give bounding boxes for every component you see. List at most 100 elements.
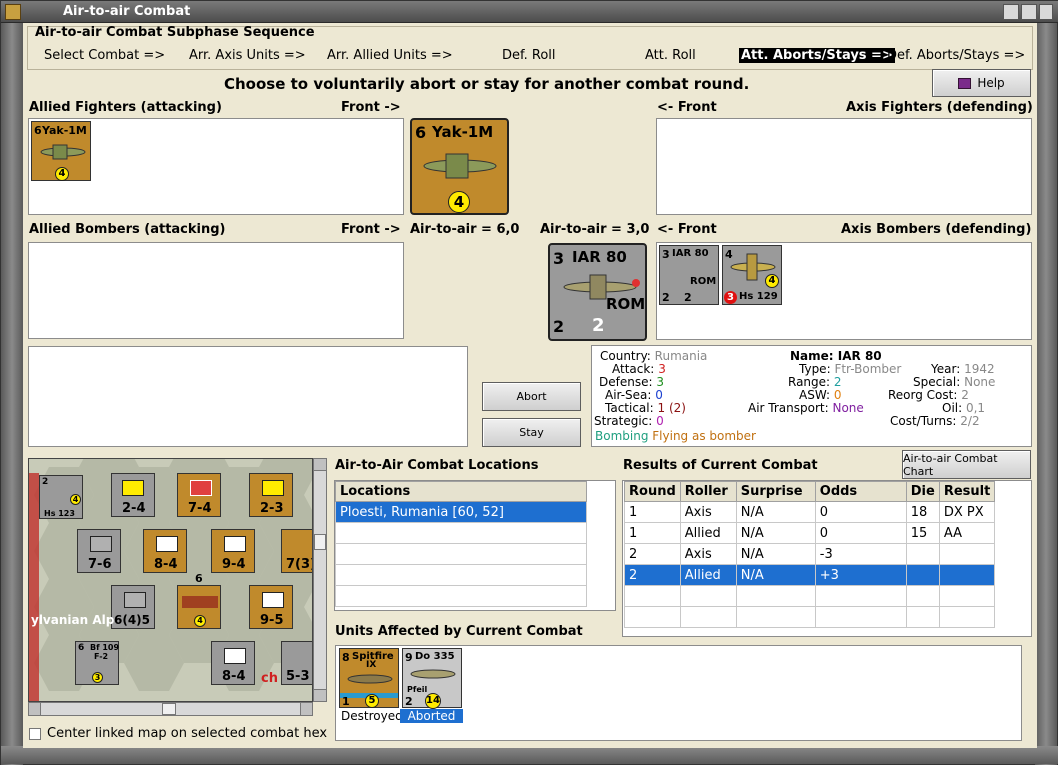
- center-map-checkbox[interactable]: [29, 728, 41, 740]
- map-counter-8-4b[interactable]: 8-4: [211, 641, 255, 685]
- app-icon: [5, 4, 21, 20]
- col-odds[interactable]: Odds: [814, 481, 907, 502]
- map-counter-bf-109[interactable]: 6 Bf 109 F-2 3: [75, 641, 119, 685]
- air-to-air-chart-button[interactable]: Air-to-air Combat Chart: [902, 450, 1031, 479]
- unit-info-panel: Country: Rumania Attack: 3 Defense: 3 Ai…: [591, 345, 1032, 447]
- cell-round: 1: [624, 501, 681, 523]
- counter-sub: Pfeil: [407, 685, 428, 694]
- axis-air-to-air-value: Air-to-air = 3,0: [540, 222, 650, 237]
- info-asw: ASW: 0: [799, 388, 842, 402]
- unit-counter-spitfire[interactable]: 8 Spitfire IX 1 5: [339, 648, 399, 708]
- map-counter-strength: 7(3): [286, 557, 313, 572]
- map-counter-strength: 6(4)5: [114, 613, 151, 627]
- scroll-down-arrow-icon[interactable]: [314, 689, 326, 701]
- results-row[interactable]: 2 Axis N/A -3: [624, 543, 996, 565]
- cell-roller: Axis: [679, 501, 737, 523]
- map-counter-bottom: Hs 123: [44, 509, 75, 518]
- scroll-thumb[interactable]: [162, 703, 176, 715]
- map-counter-combat-stack[interactable]: 4: [177, 585, 221, 629]
- allied-fighters-header: Allied Fighters (attacking): [29, 100, 222, 115]
- axis-fighters-header: Axis Fighters (defending): [846, 100, 1033, 115]
- counter-attack: 3: [662, 248, 670, 261]
- maximize-button[interactable]: [1021, 4, 1037, 20]
- large-counter-tactical: 2: [592, 315, 605, 336]
- combat-explosion-icon: [182, 596, 218, 608]
- step-att-roll: Att. Roll: [645, 48, 696, 63]
- col-die[interactable]: Die: [905, 481, 940, 502]
- unit-symbol-icon: [224, 648, 246, 664]
- sequence-title: Air-to-air Combat Subphase Sequence: [35, 25, 315, 40]
- map-counter-luft[interactable]: 2-4: [111, 473, 155, 517]
- scroll-thumb[interactable]: [314, 534, 326, 550]
- abort-button[interactable]: Abort: [482, 382, 581, 411]
- unit-counter-iar-80[interactable]: 3 IAR 80 ROM 2 2: [659, 245, 719, 305]
- unit-symbol-icon: [262, 480, 284, 496]
- minimize-button[interactable]: [1003, 4, 1019, 20]
- unit-counter-hs-129[interactable]: 4 4 3 Hs 129: [722, 245, 782, 305]
- axis-fighters-panel[interactable]: [656, 118, 1032, 215]
- col-roller[interactable]: Roller: [679, 481, 737, 502]
- unit-counter-yak-1m[interactable]: 6 Yak-1M 4: [31, 121, 91, 181]
- location-cell: Ploesti, Rumania [60, 52]: [335, 501, 587, 523]
- results-row[interactable]: 2 Allied N/A +3: [624, 564, 996, 586]
- map-counter-strength: 5-3: [286, 669, 310, 684]
- results-row[interactable]: 1 Allied N/A 0 15 AA: [624, 522, 996, 544]
- affected-units-panel: 8 Spitfire IX 1 5 Destroyed 9 Do 335 Pfe…: [335, 645, 1022, 741]
- locations-table: Locations Ploesti, Rumania [60, 52]: [335, 481, 587, 607]
- allied-bombers-panel[interactable]: [28, 242, 404, 339]
- combat-notes-panel: [28, 346, 468, 447]
- scroll-up-arrow-icon[interactable]: [314, 459, 326, 471]
- map-counter-9-4[interactable]: 9-4: [211, 529, 255, 573]
- allied-bombers-front: Front ->: [341, 222, 401, 237]
- large-counter-name: IAR 80: [572, 248, 627, 266]
- step-arr-allied-units: Arr. Allied Units =>: [327, 48, 453, 63]
- map-counter-strength: 2-3: [260, 501, 284, 516]
- info-name: Name: IAR 80: [790, 349, 882, 363]
- unit-symbol-icon: [190, 480, 212, 496]
- counter-tactical: 2: [684, 291, 692, 304]
- close-button[interactable]: [1039, 4, 1053, 20]
- map-counter-7-6[interactable]: 7-6: [77, 529, 121, 573]
- counter-defense: 2: [662, 291, 670, 304]
- cell-surprise: N/A: [735, 564, 816, 586]
- stay-button[interactable]: Stay: [482, 418, 581, 447]
- info-attack: Attack: 3: [612, 362, 666, 376]
- col-surprise[interactable]: Surprise: [735, 481, 816, 502]
- locations-column-header[interactable]: Locations: [335, 481, 587, 502]
- map-counter-7-3[interactable]: 7(3): [281, 529, 313, 573]
- help-button[interactable]: Help: [932, 69, 1031, 97]
- scroll-right-arrow-icon[interactable]: [300, 703, 312, 715]
- cell-round: 2: [624, 543, 681, 565]
- map-counter-strength: 7-4: [188, 501, 212, 516]
- map-counter-7-4[interactable]: 7-4: [177, 473, 221, 517]
- col-result[interactable]: Result: [938, 481, 996, 502]
- cell-die: 15: [905, 522, 940, 544]
- unit-symbol-icon: [90, 536, 112, 552]
- status-aborted: Aborted: [400, 709, 463, 723]
- unit-counter-do-335[interactable]: 9 Do 335 Pfeil 2 14: [402, 648, 462, 709]
- axis-bombers-panel[interactable]: 3 IAR 80 ROM 2 2 4 4 3 Hs 129: [656, 242, 1032, 340]
- map-horizontal-scrollbar[interactable]: [28, 702, 313, 716]
- col-round[interactable]: Round: [624, 481, 681, 502]
- allied-fighters-panel[interactable]: 6 Yak-1M 4: [28, 118, 404, 215]
- help-book-icon: [958, 77, 972, 89]
- map-counter-6-4-5[interactable]: 6(4)5: [111, 585, 155, 629]
- scroll-left-arrow-icon[interactable]: [29, 703, 41, 715]
- counter-range: 4: [55, 167, 69, 181]
- cell-result: AA: [938, 522, 996, 544]
- title-bar: Air-to-air Combat: [1, 1, 1058, 23]
- map-region-label: ylvanian Alp: [31, 613, 115, 627]
- map-counter-8-4[interactable]: 8-4: [143, 529, 187, 573]
- locations-header: Air-to-Air Combat Locations: [335, 458, 539, 473]
- map-counter-2-3[interactable]: 2-3: [249, 473, 293, 517]
- results-row[interactable]: 1 Axis N/A 0 18 DX PX: [624, 501, 996, 523]
- window-frame-left: [1, 23, 23, 765]
- info-cost-turns: Cost/Turns: 2/2: [890, 414, 980, 428]
- counter-name: Do 335: [415, 651, 455, 662]
- map-counter-5-3[interactable]: 5-3: [281, 641, 312, 685]
- mini-map[interactable]: 2 4 Hs 123 2-4 7-4 2-3 7-6 8-4 9-4 7(3) …: [28, 458, 313, 702]
- map-counter-hs-123[interactable]: 2 4 Hs 123: [39, 475, 83, 519]
- map-counter-9-5[interactable]: 9-5: [249, 585, 293, 629]
- map-vertical-scrollbar[interactable]: [313, 458, 327, 702]
- location-row[interactable]: Ploesti, Rumania [60, 52]: [335, 501, 587, 523]
